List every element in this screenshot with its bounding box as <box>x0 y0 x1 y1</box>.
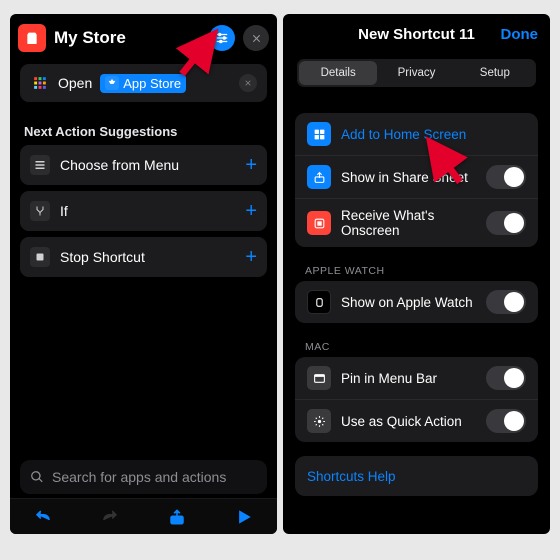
share-button[interactable] <box>164 508 190 526</box>
app-param-label: App Store <box>123 76 181 91</box>
apps-grid-icon <box>30 73 50 93</box>
add-icon: + <box>245 158 257 172</box>
details-title: New Shortcut 11 <box>358 26 475 43</box>
details-header: New Shortcut 11 Done <box>283 14 550 53</box>
segmented-control[interactable]: Details Privacy Setup <box>297 59 536 87</box>
details-screen: New Shortcut 11 Done Details Privacy Set… <box>283 14 550 534</box>
tab-setup[interactable]: Setup <box>456 61 534 85</box>
tab-privacy[interactable]: Privacy <box>377 61 455 85</box>
add-to-home-screen-row[interactable]: Add to Home Screen <box>295 113 538 155</box>
mac-card: Pin in Menu Bar Use as Quick Action <box>295 357 538 442</box>
search-icon <box>30 470 44 484</box>
app-param-chip[interactable]: App Store <box>100 74 186 93</box>
receive-onscreen-row[interactable]: Receive What's Onscreen <box>295 198 538 247</box>
quick-action-row[interactable]: Use as Quick Action <box>295 399 538 442</box>
bottom-toolbar <box>10 498 277 534</box>
open-label: Open <box>58 75 92 91</box>
quickaction-toggle[interactable] <box>486 409 526 433</box>
action-open-app[interactable]: Open App Store <box>20 64 267 102</box>
suggestion-item[interactable]: If + <box>20 191 267 231</box>
stop-icon <box>30 247 50 267</box>
watch-icon <box>307 290 331 314</box>
home-icon <box>307 122 331 146</box>
close-button[interactable] <box>243 25 269 51</box>
suggestions-list: Choose from Menu + If + Stop Shortcut + <box>10 145 277 277</box>
show-on-watch-row[interactable]: Show on Apple Watch <box>295 281 538 323</box>
search-input[interactable]: Search for apps and actions <box>20 460 267 494</box>
watch-toggle[interactable] <box>486 290 526 314</box>
redo-button[interactable] <box>97 508 123 526</box>
apple-watch-label: APPLE WATCH <box>283 247 550 281</box>
mac-label: MAC <box>283 323 550 357</box>
menubar-icon <box>307 366 331 390</box>
clear-action-button[interactable] <box>239 74 257 92</box>
shortcut-icon[interactable] <box>18 24 46 52</box>
show-in-share-sheet-row[interactable]: Show in Share Sheet <box>295 155 538 198</box>
menubar-toggle[interactable] <box>486 366 526 390</box>
gear-icon <box>307 409 331 433</box>
editor-header: My Store <box>10 14 277 60</box>
search-placeholder: Search for apps and actions <box>52 469 226 485</box>
share-sheet-toggle[interactable] <box>486 165 526 189</box>
add-icon: + <box>245 204 257 218</box>
menu-icon <box>30 155 50 175</box>
share-icon <box>307 165 331 189</box>
settings-button[interactable] <box>209 25 235 51</box>
undo-button[interactable] <box>30 508 56 526</box>
help-card: Shortcuts Help <box>295 456 538 496</box>
run-button[interactable] <box>231 508 257 526</box>
add-icon: + <box>245 250 257 264</box>
done-button[interactable]: Done <box>501 26 539 43</box>
onscreen-toggle[interactable] <box>486 211 526 235</box>
editor-screen: My Store Open App Store Next A <box>10 14 277 534</box>
tab-details[interactable]: Details <box>299 61 377 85</box>
suggestions-header: Next Action Suggestions <box>10 106 277 145</box>
pin-menubar-row[interactable]: Pin in Menu Bar <box>295 357 538 399</box>
shortcut-title[interactable]: My Store <box>54 28 201 48</box>
appstore-icon <box>105 76 119 90</box>
watch-card: Show on Apple Watch <box>295 281 538 323</box>
suggestion-item[interactable]: Choose from Menu + <box>20 145 267 185</box>
screen-icon <box>307 211 331 235</box>
branch-icon <box>30 201 50 221</box>
main-options-card: Add to Home Screen Show in Share Sheet R… <box>295 113 538 247</box>
shortcuts-help-row[interactable]: Shortcuts Help <box>295 456 538 496</box>
suggestion-item[interactable]: Stop Shortcut + <box>20 237 267 277</box>
